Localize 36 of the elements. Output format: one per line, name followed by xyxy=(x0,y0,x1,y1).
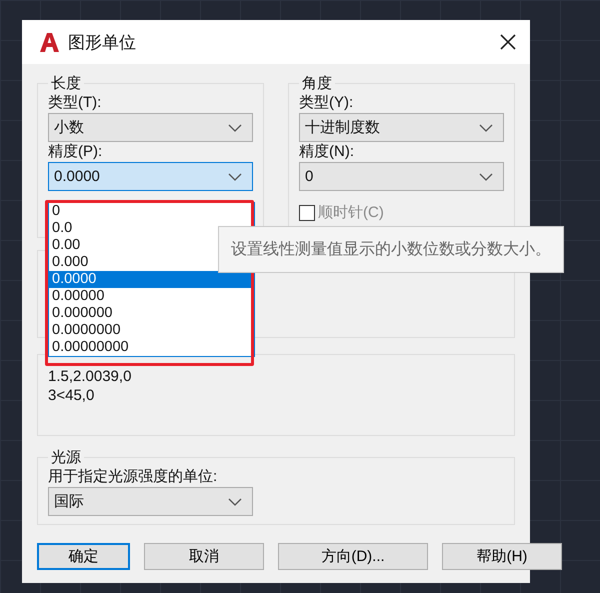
dropdown-option[interactable]: 0.0000 xyxy=(49,271,254,288)
group-title: 角度 xyxy=(301,74,333,93)
field-label: 精度(P): xyxy=(48,142,104,162)
dropdown[interactable]: 小数 xyxy=(48,113,253,142)
tooltip: 设置线性测量值显示的小数位数或分数大小。 xyxy=(218,226,564,273)
group-title: 长度 xyxy=(50,74,82,93)
dialog-button[interactable]: 确定 xyxy=(37,543,130,570)
dropdown[interactable]: 十进制度数 xyxy=(299,113,504,142)
field-label: 精度(N): xyxy=(299,142,355,162)
field-label: 用于指定光源强度的单位: xyxy=(48,467,218,487)
checkbox[interactable] xyxy=(299,204,315,220)
dropdown-option[interactable]: 0.00000 xyxy=(49,288,254,305)
dropdown-option[interactable]: 0.000000 xyxy=(49,305,254,322)
dropdown-option[interactable]: 0 xyxy=(49,203,254,220)
checkbox-label: 顺时针(C) xyxy=(318,203,384,222)
close-icon[interactable] xyxy=(500,34,516,50)
dropdown-option[interactable]: 0.0000000 xyxy=(49,322,254,339)
dropdown[interactable]: 0.0000 xyxy=(48,162,253,191)
window-title: 图形单位 xyxy=(68,32,136,54)
chevron-down-icon xyxy=(228,124,242,132)
dialog-button[interactable]: 取消 xyxy=(144,543,264,570)
letter-a-logo-icon xyxy=(38,31,60,53)
sample-text: 1.5,2.0039,0 xyxy=(48,367,132,386)
field-label: 类型(Y): xyxy=(299,93,354,113)
sample-text: 3<45,0 xyxy=(48,386,96,405)
chevron-down-icon xyxy=(479,172,493,180)
dropdown[interactable]: 国际 xyxy=(48,487,253,516)
chevron-down-icon xyxy=(228,498,242,506)
dropdown-option[interactable]: 0.00000000 xyxy=(49,339,254,356)
dropdown[interactable]: 0 xyxy=(299,162,504,191)
dialog-button[interactable]: 方向(D)... xyxy=(278,543,428,570)
dialog-button[interactable]: 帮助(H) xyxy=(442,543,562,570)
field-label: 类型(T): xyxy=(48,93,102,113)
chevron-down-icon xyxy=(228,172,242,180)
group-title: 光源 xyxy=(50,448,82,467)
chevron-down-icon xyxy=(479,124,493,132)
